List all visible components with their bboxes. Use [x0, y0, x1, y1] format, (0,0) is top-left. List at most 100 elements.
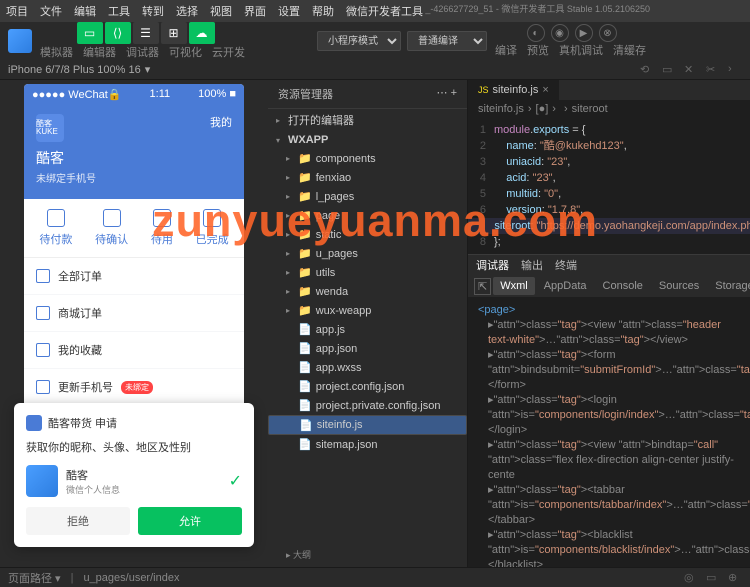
menu-item[interactable]: 商城订单 [24, 295, 244, 331]
device-bar-icons: ⟲ ▭ ✕ ✂ › [640, 63, 742, 76]
menu-工具[interactable]: 工具 [108, 3, 130, 19]
rotate-icon[interactable]: ⟲ [640, 63, 654, 76]
phone-statusbar: ●●●●● WeChat🔒1:11100% ■ [24, 84, 244, 104]
page-path[interactable]: u_pages/user/index [83, 572, 179, 584]
dbg-tab-AppData[interactable]: AppData [537, 277, 594, 295]
tree-item-project.config.json[interactable]: 📄project.config.json [268, 377, 467, 396]
menu-list: 全部订单商城订单我的收藏更新手机号未绑定 [24, 258, 244, 405]
tree-item-utils[interactable]: ▸📁utils [268, 263, 467, 282]
menu-项目[interactable]: 项目 [6, 3, 28, 19]
menu-帮助[interactable]: 帮助 [312, 3, 334, 19]
toolbar: ▭ ⟨⟩ ☰ ⊞ ☁ 模拟器编辑器调试器可视化云开发 小程序模式 普通编译 ◐ … [0, 22, 750, 60]
user-avatar [26, 465, 58, 497]
tree-item-wenda[interactable]: ▸📁wenda [268, 282, 467, 301]
check-icon: ✓ [229, 471, 242, 491]
mute-icon[interactable]: ✕ [684, 63, 698, 76]
menu-选择[interactable]: 选择 [176, 3, 198, 19]
order-icon-item[interactable]: 待用 [151, 209, 173, 247]
more-icon[interactable]: › [728, 63, 742, 76]
app-subtitle: 未绑定手机号 [36, 170, 96, 185]
dbg-tab-Sources[interactable]: Sources [652, 277, 706, 295]
simulator-button[interactable]: ▭ [77, 22, 103, 44]
simulator-panel: ●●●●● WeChat🔒1:11100% ■ 酷客 KUKE 酷客 未绑定手机… [0, 80, 268, 567]
preview-icon[interactable]: ◉ [551, 24, 569, 42]
reject-button[interactable]: 拒绝 [26, 507, 130, 535]
menu-文件[interactable]: 文件 [40, 3, 62, 19]
device-icon[interactable]: ▭ [662, 63, 676, 76]
menu-微信开发者工具[interactable]: 微信开发者工具 [346, 3, 423, 19]
menu-设置[interactable]: 设置 [278, 3, 300, 19]
toolbar-group-2: ◐ ◉ ▶ ⊗ [527, 24, 617, 42]
menu-转到[interactable]: 转到 [142, 3, 164, 19]
editor-tab-siteinfo[interactable]: JS siteinfo.js × [468, 80, 559, 100]
tree-item-l_pages[interactable]: ▸📁l_pages [268, 187, 467, 206]
dialog-user-row[interactable]: 酷客 微信个人信息 ✓ [26, 465, 242, 497]
phone-header: 酷客 KUKE 酷客 未绑定手机号 我的 [24, 104, 244, 199]
tree-item-siteinfo.js[interactable]: 📄siteinfo.js [268, 415, 467, 435]
device-label[interactable]: iPhone 6/7/8 Plus 100% 16 [8, 64, 141, 76]
debugger-button[interactable]: ☰ [133, 22, 159, 44]
menu-item[interactable]: 更新手机号未绑定 [24, 369, 244, 405]
project-root[interactable]: ▾WXAPP [268, 131, 467, 149]
open-editors-section[interactable]: ▸打开的编辑器 [268, 109, 467, 131]
order-icon-row: 待付款待确认待用已完成 [24, 199, 244, 258]
page-path-label[interactable]: 页面路径 ▾ [8, 570, 61, 586]
app-title: 酷客 [36, 148, 96, 168]
menu-视图[interactable]: 视图 [210, 3, 232, 19]
accept-button[interactable]: 允许 [138, 507, 242, 535]
menu-界面[interactable]: 界面 [244, 3, 266, 19]
order-icon-item[interactable]: 待确认 [95, 209, 128, 247]
menu-编辑[interactable]: 编辑 [74, 3, 96, 19]
clear-cache-icon[interactable]: ⊗ [599, 24, 617, 42]
code-editor[interactable]: 1module.exports = {2 name: "酷@kukehd123"… [468, 118, 750, 254]
debugger-panel: 调试器输出终端 ⇱ WxmlAppDataConsoleSourcesStora… [468, 254, 750, 567]
tree-item-fenxiao[interactable]: ▸📁fenxiao [268, 168, 467, 187]
order-icon-item[interactable]: 已完成 [196, 209, 229, 247]
phone-frame: ●●●●● WeChat🔒1:11100% ■ 酷客 KUKE 酷客 未绑定手机… [24, 84, 244, 406]
order-icon-item[interactable]: 待付款 [39, 209, 72, 247]
cut-icon[interactable]: ✂ [706, 63, 720, 76]
close-icon[interactable]: × [542, 84, 548, 96]
editor-button[interactable]: ⟨⟩ [105, 22, 131, 44]
dbg-tab-Console[interactable]: Console [596, 277, 650, 295]
explorer-header: 资源管理器⋯ + [268, 80, 467, 109]
outline-section[interactable]: ▸ 大纲 [278, 544, 319, 565]
tree-item-u_pages[interactable]: ▸📁u_pages [268, 244, 467, 263]
tree-item-app.wxss[interactable]: 📄app.wxss [268, 358, 467, 377]
tree-item-app.json[interactable]: 📄app.json [268, 339, 467, 358]
tree-item-app.js[interactable]: 📄app.js [268, 320, 467, 339]
statusbar: 页面路径 ▾ | u_pages/user/index ◎▭⊕ [0, 567, 750, 587]
editor-tabs: JS siteinfo.js × [468, 80, 750, 100]
compile-icon[interactable]: ◐ [527, 24, 545, 42]
js-icon: JS [478, 85, 489, 95]
dbg-tab-Wxml[interactable]: Wxml [493, 277, 535, 295]
tree-item-wux-weapp[interactable]: ▸📁wux-weapp [268, 301, 467, 320]
app-logo [8, 29, 32, 53]
main: ●●●●● WeChat🔒1:11100% ■ 酷客 KUKE 酷客 未绑定手机… [0, 80, 750, 567]
visual-button[interactable]: ⊞ [161, 22, 187, 44]
menu-item[interactable]: 我的收藏 [24, 332, 244, 368]
inspect-icon[interactable]: ⇱ [474, 278, 491, 295]
app-avatar[interactable]: 酷客 KUKE [36, 114, 64, 142]
chevron-down-icon[interactable]: ▾ [145, 63, 151, 76]
mode-select[interactable]: 小程序模式 [317, 31, 401, 51]
compile-select[interactable]: 普通编译 [407, 31, 487, 51]
wxml-tree[interactable]: <page>▸"attn">class="tag"><view "attn">c… [468, 297, 750, 567]
menu-item[interactable]: 全部订单 [24, 258, 244, 294]
window-title: _-426627729_51 - 微信开发者工具 Stable 1.05.210… [425, 2, 650, 15]
remote-debug-icon[interactable]: ▶ [575, 24, 593, 42]
auth-dialog: 酷客带货 申请 获取你的昵称、头像、地区及性别 酷客 微信个人信息 ✓ 拒绝 允… [14, 403, 254, 547]
cloud-button[interactable]: ☁ [189, 22, 215, 44]
tree-item-project.private.config.json[interactable]: 📄project.private.config.json [268, 396, 467, 415]
toolbar-group-1: ▭ ⟨⟩ ☰ ⊞ ☁ [77, 22, 215, 44]
more-icon[interactable]: ⋯ + [437, 86, 457, 102]
dbg-tab-Storage[interactable]: Storage [708, 277, 750, 295]
tree-item-static[interactable]: ▸📁static [268, 225, 467, 244]
my-link[interactable]: 我的 [210, 114, 232, 130]
tree-item-sitemap.json[interactable]: 📄sitemap.json [268, 435, 467, 454]
tree-item-components[interactable]: ▸📁components [268, 149, 467, 168]
breadcrumb[interactable]: siteinfo.js›[●]››siteroot [468, 100, 750, 118]
editor-panel: JS siteinfo.js × siteinfo.js›[●]››sitero… [468, 80, 750, 567]
tree-item-page[interactable]: ▸📁page [268, 206, 467, 225]
explorer-panel: 资源管理器⋯ + ▸打开的编辑器 ▾WXAPP ▸📁components▸📁fe… [268, 80, 468, 567]
